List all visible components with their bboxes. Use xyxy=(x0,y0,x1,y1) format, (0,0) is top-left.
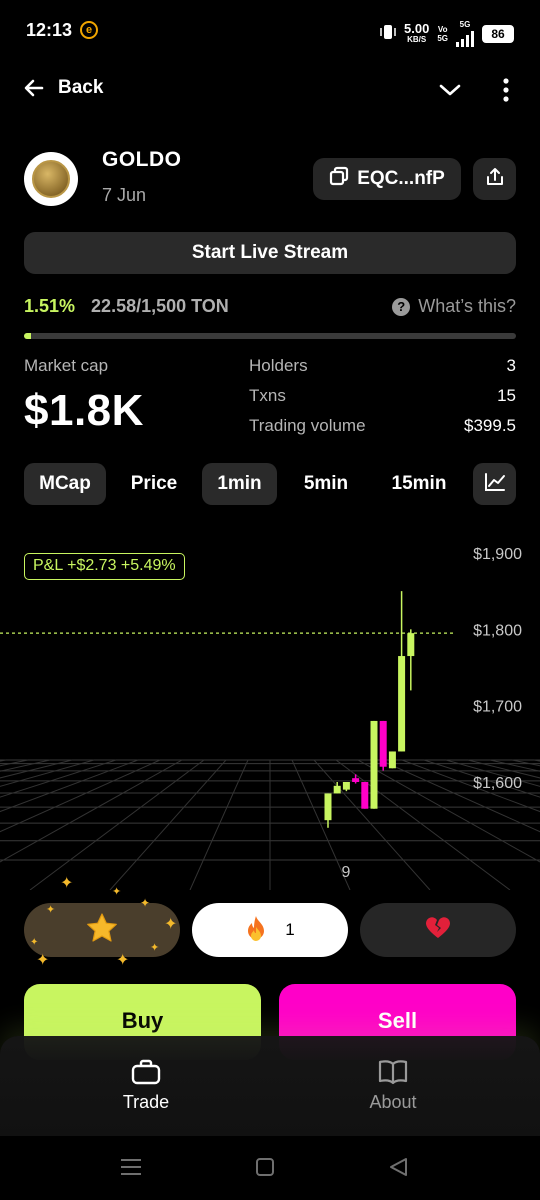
grid-line xyxy=(0,759,73,779)
share-icon xyxy=(485,167,505,192)
token-date: 7 Jun xyxy=(102,185,147,205)
nav-about[interactable]: About xyxy=(333,1058,453,1113)
token-logo xyxy=(24,152,78,206)
nav-trade-label: Trade xyxy=(122,1092,170,1112)
candle-body xyxy=(388,751,396,769)
copy-address-button[interactable]: EQC...nfP xyxy=(313,158,461,200)
chevron-down-icon[interactable] xyxy=(438,78,462,107)
sparkle-icon: ✦ xyxy=(112,886,122,898)
briefcase-icon xyxy=(131,1059,161,1085)
token-name: GOLDO xyxy=(102,148,182,171)
sparkle-icon: ✦ xyxy=(60,875,74,892)
chart-tabs: MCap Price 1min 5min 15min xyxy=(24,463,516,505)
recent-apps-icon xyxy=(121,1159,141,1175)
stats-table: Holders 3 Txns 15 Trading volume $399.5 xyxy=(249,356,516,446)
token-address: EQC...nfP xyxy=(357,168,445,189)
sparkle-icon: ✦ xyxy=(116,952,130,969)
candle-body xyxy=(398,656,406,752)
star-icon xyxy=(85,912,119,949)
candle-body xyxy=(361,782,369,809)
progress-amount: 22.58/1,500 TON xyxy=(91,296,229,316)
tab-15min[interactable]: 15min xyxy=(375,463,463,505)
system-nav-bar xyxy=(0,1136,540,1200)
tab-mcap[interactable]: MCap xyxy=(24,463,106,505)
volte-indicator: Vo 5G xyxy=(437,24,448,43)
bottom-nav: Trade About xyxy=(0,1036,540,1136)
broken-heart-reaction-button[interactable] xyxy=(360,903,516,957)
chart-type-button[interactable] xyxy=(473,463,516,505)
book-icon xyxy=(378,1060,408,1085)
status-icons: 5.00 KB/S Vo 5G 5G 86 xyxy=(380,20,514,47)
grid-line xyxy=(109,759,227,891)
vibrate-icon xyxy=(380,23,396,44)
battery-icon: 86 xyxy=(482,24,514,43)
fire-count: 1 xyxy=(285,920,295,939)
tab-1min[interactable]: 1min xyxy=(202,463,277,505)
share-button[interactable] xyxy=(473,158,516,200)
y-tick-label: $1,700 xyxy=(473,699,522,716)
line-chart-icon xyxy=(484,472,506,497)
progress-row: 1.51% 22.58/1,500 TON ? What’s this? xyxy=(24,296,516,317)
candle-body xyxy=(370,720,378,809)
signal-icon xyxy=(456,29,474,47)
price-chart[interactable]: $1,900 $1,800 $1,700 $1,600 9 xyxy=(0,530,540,891)
x-tick-label: 9 xyxy=(342,864,351,881)
sparkle-icon: ✦ xyxy=(30,937,39,948)
candle-body xyxy=(324,793,332,821)
progress-bar xyxy=(24,333,516,339)
pnl-badge: P&L +$2.73 +5.49% xyxy=(24,553,185,580)
sparkle-icon: ✦ xyxy=(164,916,178,933)
more-options-icon[interactable] xyxy=(502,78,510,107)
network-indicator: 5G xyxy=(456,20,474,47)
sparkle-icon: ✦ xyxy=(140,896,151,910)
candle-body xyxy=(407,633,415,657)
sparkle-icon: ✦ xyxy=(150,942,160,954)
progress-fill xyxy=(24,333,32,339)
chart-floor-grid xyxy=(0,759,540,891)
copy-icon xyxy=(329,166,349,192)
progress-percent: 1.51% xyxy=(24,296,76,316)
fire-reaction-button[interactable]: 1 xyxy=(192,903,348,957)
question-icon: ? xyxy=(392,297,411,316)
stat-holders: Holders 3 xyxy=(249,356,516,375)
market-cap-value: $1.8K xyxy=(24,386,144,435)
y-tick-label: $1,600 xyxy=(473,775,522,792)
tab-price[interactable]: Price xyxy=(106,463,202,505)
candle-body xyxy=(379,720,387,767)
nav-trade[interactable]: Trade xyxy=(86,1058,206,1113)
candle-body xyxy=(342,782,350,790)
candle-body xyxy=(333,785,341,794)
grid-line xyxy=(533,759,540,762)
fire-icon xyxy=(245,915,267,946)
sparkle-icon: ✦ xyxy=(46,904,56,916)
tab-5min[interactable]: 5min xyxy=(277,463,375,505)
system-back-icon xyxy=(390,1158,407,1176)
data-speed: 5.00 KB/S xyxy=(404,21,430,44)
start-live-stream-button[interactable]: Start Live Stream xyxy=(24,232,516,274)
y-tick-label: $1,900 xyxy=(473,546,522,563)
back-button[interactable]: Back xyxy=(22,76,103,100)
y-tick-label: $1,800 xyxy=(473,622,522,639)
sparkle-icon: ✦ xyxy=(36,952,50,969)
candle-body xyxy=(352,778,360,782)
market-cap-label: Market cap xyxy=(24,356,109,375)
whats-this-link[interactable]: ? What’s this? xyxy=(392,296,516,317)
arrow-left-icon xyxy=(22,76,46,100)
home-icon xyxy=(256,1158,274,1176)
grid-line xyxy=(0,759,7,762)
broken-heart-icon xyxy=(425,916,451,945)
grid-line xyxy=(0,759,117,798)
status-time: 12:13 xyxy=(26,20,73,40)
nav-about-label: About xyxy=(369,1092,417,1112)
back-label: Back xyxy=(58,77,104,98)
carrier-e-icon: e xyxy=(80,21,98,39)
grid-line xyxy=(189,759,249,891)
stat-trading-volume: Trading volume $399.5 xyxy=(249,416,516,435)
grid-line xyxy=(0,759,183,863)
stat-txns: Txns 15 xyxy=(249,386,516,405)
